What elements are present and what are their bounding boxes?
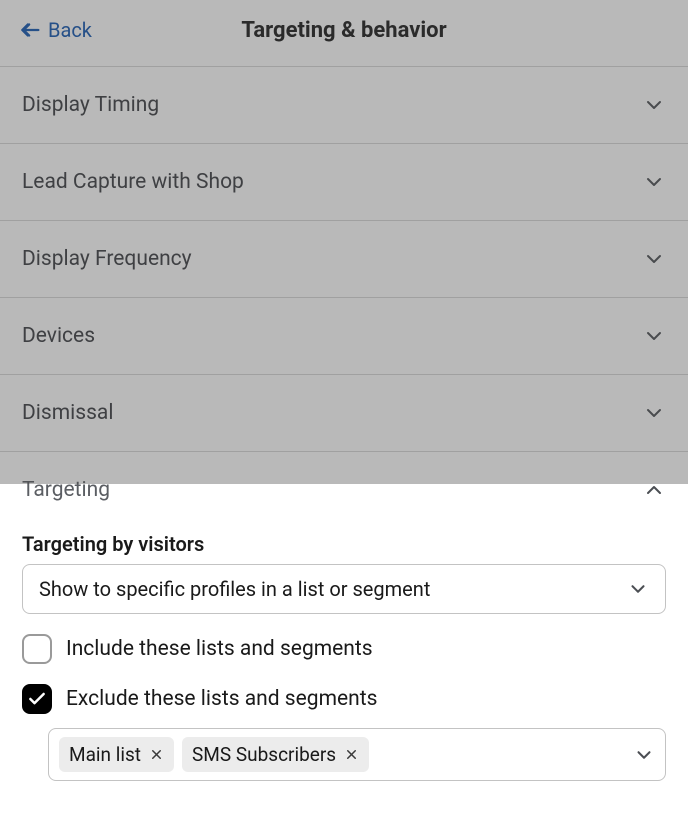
- chevron-down-icon: [642, 401, 666, 425]
- close-icon[interactable]: [149, 747, 164, 762]
- exclude-checkbox[interactable]: [22, 684, 52, 714]
- accordion-label: Display Frequency: [22, 247, 192, 271]
- accordion-dismissal[interactable]: Dismissal: [0, 374, 688, 451]
- tags-wrap: Main list SMS Subscribers: [59, 737, 369, 772]
- tag-sms-subscribers: SMS Subscribers: [182, 737, 369, 772]
- chevron-up-icon: [642, 478, 666, 502]
- visitors-select[interactable]: Show to specific profiles in a list or s…: [22, 564, 666, 614]
- include-checkbox[interactable]: [22, 634, 52, 664]
- back-label: Back: [48, 18, 92, 42]
- chevron-down-icon: [642, 247, 666, 271]
- accordion-label: Lead Capture with Shop: [22, 170, 244, 194]
- targeting-visitors-heading: Targeting by visitors: [22, 532, 666, 556]
- arrow-left-icon: [20, 19, 42, 41]
- chevron-down-icon: [642, 93, 666, 117]
- check-icon: [27, 689, 47, 709]
- accordion-targeting: Targeting Targeting by visitors Show to …: [0, 451, 688, 803]
- page-title: Targeting & behavior: [241, 18, 446, 43]
- select-value: Show to specific profiles in a list or s…: [39, 577, 430, 601]
- accordion-display-frequency[interactable]: Display Frequency: [0, 220, 688, 297]
- header: Back Targeting & behavior: [0, 0, 688, 66]
- back-button[interactable]: Back: [14, 18, 92, 42]
- include-row: Include these lists and segments: [22, 634, 666, 664]
- accordion-label: Dismissal: [22, 401, 113, 425]
- chevron-down-icon: [642, 170, 666, 194]
- targeting-header[interactable]: Targeting: [0, 452, 688, 520]
- targeting-body: Targeting by visitors Show to specific p…: [0, 532, 688, 803]
- accordion-label: Devices: [22, 324, 95, 348]
- tag-label: Main list: [69, 743, 141, 766]
- chevron-down-icon: [642, 324, 666, 348]
- exclude-tag-input[interactable]: Main list SMS Subscribers: [48, 728, 666, 781]
- chevron-down-icon: [627, 578, 649, 600]
- accordion-label: Display Timing: [22, 93, 159, 117]
- chevron-down-icon[interactable]: [633, 744, 655, 766]
- targeting-label: Targeting: [22, 478, 110, 502]
- include-label: Include these lists and segments: [66, 637, 373, 661]
- exclude-row: Exclude these lists and segments: [22, 684, 666, 714]
- accordion-devices[interactable]: Devices: [0, 297, 688, 374]
- close-icon[interactable]: [344, 747, 359, 762]
- accordion-display-timing[interactable]: Display Timing: [0, 66, 688, 143]
- tag-label: SMS Subscribers: [192, 743, 336, 766]
- accordion-lead-capture[interactable]: Lead Capture with Shop: [0, 143, 688, 220]
- exclude-label: Exclude these lists and segments: [66, 687, 377, 711]
- tag-main-list: Main list: [59, 737, 174, 772]
